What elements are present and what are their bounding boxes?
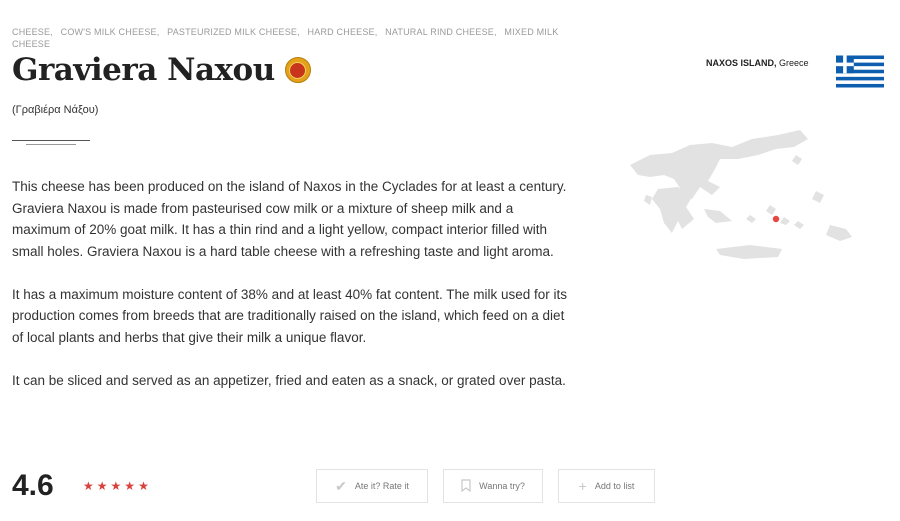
star-icon: ★ xyxy=(138,479,149,493)
breadcrumb-link[interactable]: HARD CHEESE, xyxy=(308,27,378,37)
description: This cheese has been produced on the isl… xyxy=(12,176,572,413)
title-row: Graviera Naxou xyxy=(12,52,311,88)
local-name: (Γραβιέρα Νάξου) xyxy=(12,104,99,116)
divider xyxy=(26,144,76,145)
star-icon: ★ xyxy=(83,479,94,493)
wanna-try-button[interactable]: Wanna try? xyxy=(443,469,543,503)
rating-value: 4.6 xyxy=(12,469,54,502)
divider xyxy=(12,140,90,141)
origin-region[interactable]: NAXOS ISLAND, xyxy=(706,58,777,68)
breadcrumb: CHEESE, COW'S MILK CHEESE, PASTEURIZED M… xyxy=(12,26,572,50)
greece-map xyxy=(630,130,852,259)
star-rating: ★ ★ ★ ★ ★ xyxy=(83,480,149,492)
pdo-seal-icon[interactable] xyxy=(284,57,311,83)
add-to-list-button-label: Add to list xyxy=(594,481,635,491)
breadcrumb-link[interactable]: COW'S MILK CHEESE, xyxy=(61,27,160,37)
bookmark-icon xyxy=(461,478,471,494)
checkmark-icon: ✔ xyxy=(335,478,347,494)
rate-button[interactable]: ✔ Ate it? Rate it xyxy=(316,469,428,503)
add-to-list-button[interactable]: + Add to list xyxy=(558,469,655,503)
breadcrumb-link[interactable]: PASTEURIZED MILK CHEESE, xyxy=(167,27,300,37)
description-paragraph: It can be sliced and served as an appeti… xyxy=(12,372,566,388)
rate-button-label: Ate it? Rate it xyxy=(354,481,409,491)
page-title: Graviera Naxou xyxy=(12,52,275,88)
star-icon: ★ xyxy=(124,479,136,493)
breadcrumb-link[interactable]: CHEESE, xyxy=(12,27,53,37)
star-icon: ★ xyxy=(110,479,122,493)
description-paragraph: It has a maximum moisture content of 38%… xyxy=(12,286,568,345)
star-icon: ★ xyxy=(96,479,108,493)
description-paragraph: This cheese has been produced on the isl… xyxy=(12,179,567,259)
plus-icon: + xyxy=(578,478,587,494)
location-marker xyxy=(772,215,780,223)
origin-country[interactable]: Greece xyxy=(779,58,809,68)
wanna-try-button-label: Wanna try? xyxy=(479,481,525,491)
breadcrumb-link[interactable]: NATURAL RIND CHEESE, xyxy=(385,27,497,37)
origin: NAXOS ISLAND, Greece xyxy=(706,58,809,68)
greece-flag-icon xyxy=(836,55,884,88)
